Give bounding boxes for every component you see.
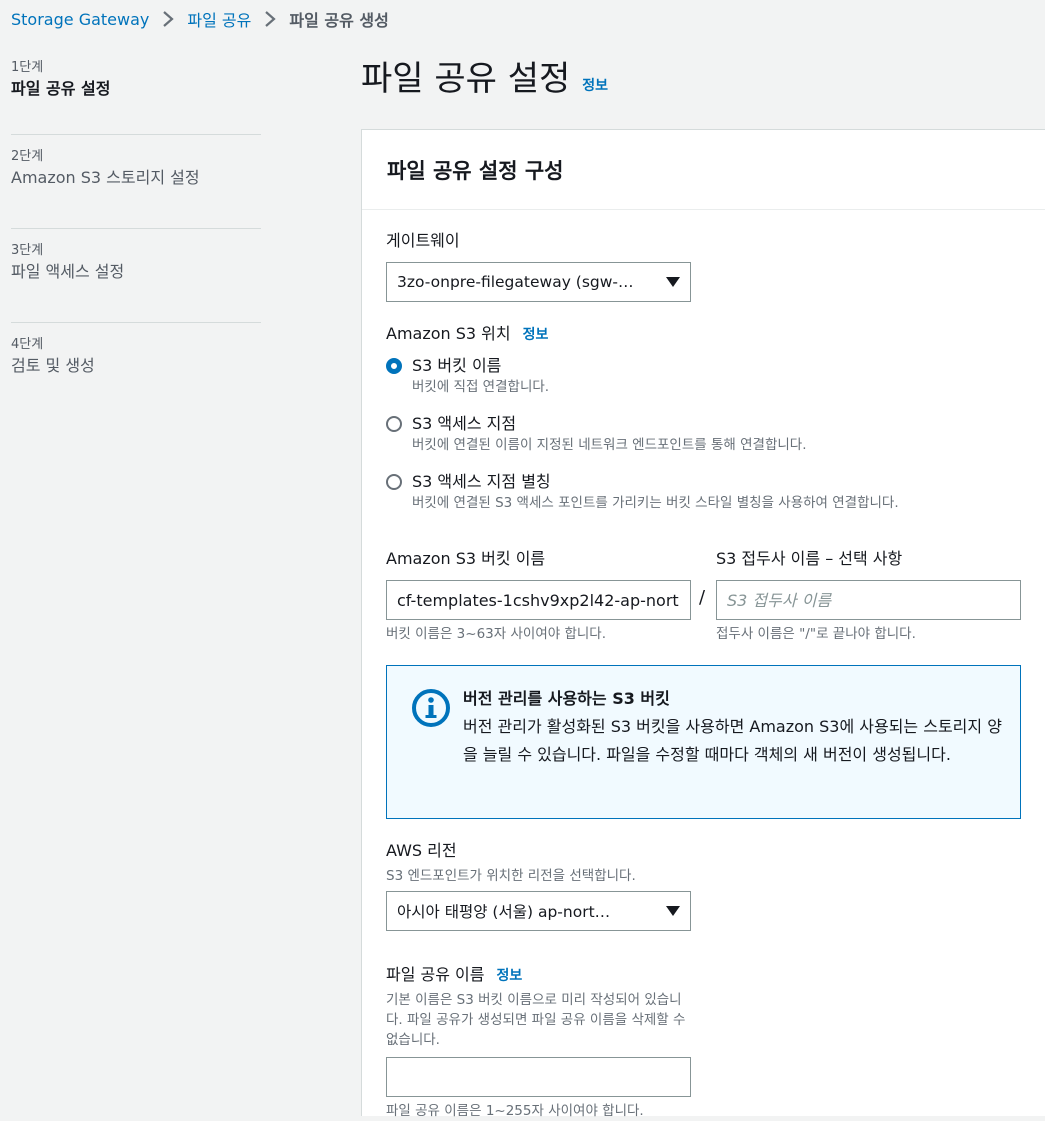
breadcrumb-storage-gateway[interactable]: Storage Gateway	[11, 10, 149, 29]
radio-label: S3 버킷 이름	[412, 356, 502, 375]
chevron-right-icon	[257, 9, 283, 29]
step-number: 4단계	[11, 337, 44, 352]
panel-header: 파일 공유 설정 구성	[362, 130, 1045, 210]
radio-label: S3 액세스 지점	[412, 414, 517, 433]
radio-button[interactable]	[386, 416, 402, 432]
prefix-input[interactable]	[716, 580, 1021, 620]
info-icon	[411, 688, 451, 728]
bucket-name-hint: 버킷 이름은 3~63자 사이여야 합니다.	[386, 626, 606, 642]
radio-option-access-point[interactable]: S3 액세스 지점 버킷에 연결된 이름이 지정된 네트워크 엔드포인트를 통해…	[386, 413, 807, 455]
step-title: 파일 액세스 설정	[11, 262, 125, 281]
step-title: Amazon S3 스토리지 설정	[11, 168, 200, 187]
share-name-description: 기본 이름은 S3 버킷 이름으로 미리 작성되어 있습니다. 파일 공유가 생…	[386, 992, 686, 1048]
panel-title: 파일 공유 설정 구성	[387, 158, 564, 183]
radio-label: S3 액세스 지점 별칭	[412, 472, 551, 491]
caret-down-icon	[666, 906, 680, 916]
versioning-info-alert: 버전 관리를 사용하는 S3 버킷 버전 관리가 활성화된 S3 버킷을 사용하…	[386, 665, 1021, 819]
wizard-step-1: 1단계 파일 공유 설정	[11, 56, 261, 135]
gateway-label: 게이트웨이	[386, 231, 460, 250]
radio-description: 버킷에 연결된 S3 액세스 포인트를 가리키는 버킷 스타일 별칭을 사용하여…	[412, 495, 899, 511]
region-select-value: 아시아 태평양 (서울) ap-nort…	[397, 903, 611, 921]
alert-body: 버전 관리가 활성화된 S3 버킷을 사용하면 Amazon S3에 사용되는 …	[463, 717, 1002, 764]
region-select[interactable]: 아시아 태평양 (서울) ap-nort…	[386, 891, 691, 931]
breadcrumb-file-shares[interactable]: 파일 공유	[187, 7, 251, 31]
step-number: 1단계	[11, 60, 44, 75]
path-separator: /	[699, 587, 706, 608]
step-title: 검토 및 생성	[11, 356, 95, 375]
radio-description: 버킷에 직접 연결합니다.	[412, 379, 550, 395]
wizard-steps: 1단계 파일 공유 설정 2단계 Amazon S3 스토리지 설정 3단계 파…	[11, 56, 261, 378]
s3-location-label: Amazon S3 위치 정보	[386, 323, 548, 346]
region-description: S3 엔드포인트가 위치한 리전을 선택합니다.	[386, 868, 636, 884]
bucket-name-label: Amazon S3 버킷 이름	[386, 549, 546, 568]
step-title: 파일 공유 설정	[11, 79, 111, 98]
prefix-label: S3 접두사 이름 – 선택 사항	[716, 549, 903, 568]
s3-location-info-link[interactable]: 정보	[523, 327, 549, 343]
bucket-name-input[interactable]	[386, 580, 691, 620]
alert-title: 버전 관리를 사용하는 S3 버킷	[463, 689, 670, 708]
radio-option-access-point-alias[interactable]: S3 액세스 지점 별칭 버킷에 연결된 S3 액세스 포인트를 가리키는 버킷…	[386, 471, 899, 513]
radio-button[interactable]	[386, 358, 402, 374]
caret-down-icon	[666, 277, 680, 287]
share-name-input[interactable]	[386, 1057, 691, 1097]
radio-description: 버킷에 연결된 이름이 지정된 네트워크 엔드포인트를 통해 연결합니다.	[412, 437, 807, 453]
gateway-select[interactable]: 3zo-onpre-filegateway (sgw-…	[386, 262, 691, 302]
share-name-label-text: 파일 공유 이름	[386, 965, 485, 984]
wizard-step-3[interactable]: 3단계 파일 액세스 설정	[11, 229, 261, 323]
prefix-hint: 접두사 이름은 "/"로 끝나야 합니다.	[716, 626, 916, 642]
region-label: AWS 리전	[386, 841, 457, 860]
page-title: 파일 공유 설정	[361, 59, 571, 99]
step-number: 3단계	[11, 243, 44, 258]
s3-location-label-text: Amazon S3 위치	[386, 324, 511, 343]
page-header: 파일 공유 설정 정보	[361, 55, 608, 103]
breadcrumb: Storage Gateway 파일 공유 파일 공유 생성	[11, 6, 389, 32]
radio-option-bucket-name[interactable]: S3 버킷 이름 버킷에 직접 연결합니다.	[386, 355, 549, 397]
chevron-right-icon	[155, 9, 181, 29]
share-name-hint: 파일 공유 이름은 1~255자 사이여야 합니다.	[386, 1103, 644, 1119]
radio-button[interactable]	[386, 474, 402, 490]
step-number: 2단계	[11, 149, 44, 164]
share-name-label: 파일 공유 이름 정보	[386, 964, 522, 987]
wizard-step-4[interactable]: 4단계 검토 및 생성	[11, 323, 261, 378]
page-info-link[interactable]: 정보	[582, 75, 608, 95]
gateway-select-value: 3zo-onpre-filegateway (sgw-…	[397, 273, 634, 291]
wizard-step-2[interactable]: 2단계 Amazon S3 스토리지 설정	[11, 135, 261, 229]
share-name-info-link[interactable]: 정보	[497, 968, 523, 984]
breadcrumb-current: 파일 공유 생성	[289, 11, 389, 30]
